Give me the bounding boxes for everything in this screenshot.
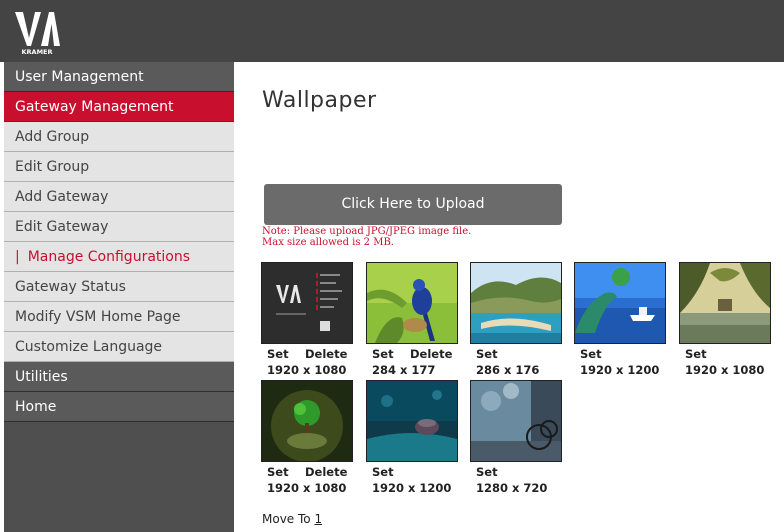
sidebar-item-label: Utilities <box>15 369 68 385</box>
upload-note-format: Note: Please upload JPG/JPEG image file. <box>262 226 472 237</box>
sidebar-item-customize-language[interactable]: Customize Language <box>4 332 234 362</box>
via-kramer-logo[interactable]: KRAMER <box>14 8 60 56</box>
wallpaper-resolution: 284 x 177 <box>372 363 436 377</box>
main-content: Wallpaper Click Here to Upload Note: Ple… <box>234 62 784 532</box>
wallpaper-resolution: 1920 x 1080 <box>267 363 347 377</box>
delete-wallpaper-button[interactable]: Delete <box>305 347 347 361</box>
wallpaper-tile: Set Delete 1920 x 1080 <box>261 380 353 495</box>
sidebar-item-gateway-status[interactable]: Gateway Status <box>4 272 234 302</box>
green-tree-globe-thumbnail[interactable] <box>261 380 353 462</box>
wallpaper-resolution: 1920 x 1200 <box>580 363 660 377</box>
sidebar-item-add-group[interactable]: Add Group <box>4 122 234 152</box>
sidebar-item-add-gateway[interactable]: Add Gateway <box>4 182 234 212</box>
sidebar-item-label: Gateway Management <box>15 99 174 115</box>
sidebar: User Management Gateway Management Add G… <box>4 62 234 532</box>
sidebar-item-label: Edit Group <box>15 159 90 175</box>
set-wallpaper-button[interactable]: Set <box>372 465 394 479</box>
sidebar-item-label: Modify VSM Home Page <box>15 309 181 325</box>
upload-note-size: Max size allowed is 2 MB. <box>262 237 394 248</box>
sidebar-item-modify-vsm-home-page[interactable]: Modify VSM Home Page <box>4 302 234 332</box>
delete-wallpaper-button[interactable]: Delete <box>410 347 452 361</box>
set-wallpaper-button[interactable]: Set <box>476 465 498 479</box>
sidebar-item-label: Home <box>15 399 57 415</box>
wallpaper-tile: Set Delete 284 x 177 <box>366 262 458 377</box>
sidebar-item-label: Gateway Status <box>15 279 126 295</box>
delete-wallpaper-button[interactable]: Delete <box>305 465 347 479</box>
top-bar: KRAMER <box>0 0 784 62</box>
current-item-marker: | <box>15 249 20 265</box>
sidebar-item-label: Add Group <box>15 129 90 145</box>
wallpaper-tile: Set 1920 x 1200 <box>366 380 458 495</box>
move-to-label: Move To <box>262 512 311 526</box>
page-link-1[interactable]: 1 <box>314 512 322 526</box>
set-wallpaper-button[interactable]: Set <box>267 347 289 361</box>
set-wallpaper-button[interactable]: Set <box>372 347 394 361</box>
upload-button[interactable]: Click Here to Upload <box>264 184 562 225</box>
wallpaper-resolution: 1920 x 1200 <box>372 481 452 495</box>
wallpaper-tile: Set Delete 1920 x 1080 <box>261 262 353 377</box>
sidebar-item-user-management[interactable]: User Management <box>4 62 234 92</box>
set-wallpaper-button[interactable]: Set <box>267 465 289 479</box>
wallpaper-tile: Set 1920 x 1200 <box>574 262 666 377</box>
wallpaper-tile: Set 1280 x 720 <box>470 380 562 495</box>
upload-note: Note: Please upload JPG/JPEG image file.… <box>262 226 471 248</box>
beach-cove-thumbnail[interactable] <box>470 262 562 344</box>
sidebar-item-label: Add Gateway <box>15 189 109 205</box>
set-wallpaper-button[interactable]: Set <box>685 347 707 361</box>
wallpaper-resolution: 286 x 176 <box>476 363 540 377</box>
sidebar-item-label: Edit Gateway <box>15 219 109 235</box>
sidebar-item-edit-group[interactable]: Edit Group <box>4 152 234 182</box>
wallpaper-tile: Set 1920 x 1080 <box>679 262 771 377</box>
sidebar-item-manage-configurations[interactable]: | Manage Configurations <box>4 242 234 272</box>
set-wallpaper-button[interactable]: Set <box>580 347 602 361</box>
wallpaper-tile: Set 286 x 176 <box>470 262 562 377</box>
sidebar-item-gateway-management[interactable]: Gateway Management <box>4 92 234 122</box>
pagination: Move To 1 <box>262 512 322 526</box>
wallpaper-resolution: 1920 x 1080 <box>685 363 765 377</box>
sidebar-item-label: Customize Language <box>15 339 163 355</box>
bicycle-street-thumbnail[interactable] <box>470 380 562 462</box>
wallpaper-resolution: 1280 x 720 <box>476 481 548 495</box>
page-title: Wallpaper <box>262 88 377 113</box>
ocean-boat-thumbnail[interactable] <box>574 262 666 344</box>
sidebar-item-label: User Management <box>15 69 144 85</box>
logo-subtitle: KRAMER <box>22 48 53 56</box>
sidebar-item-home[interactable]: Home <box>4 392 234 422</box>
sidebar-item-utilities[interactable]: Utilities <box>4 362 234 392</box>
set-wallpaper-button[interactable]: Set <box>476 347 498 361</box>
via-screen-thumbnail[interactable] <box>261 262 353 344</box>
sidebar-item-edit-gateway[interactable]: Edit Gateway <box>4 212 234 242</box>
sidebar-item-label: Manage Configurations <box>27 249 191 265</box>
teal-macro-thumbnail[interactable] <box>366 380 458 462</box>
temple-lake-thumbnail[interactable] <box>679 262 771 344</box>
blue-bird-thumbnail[interactable] <box>366 262 458 344</box>
wallpaper-resolution: 1920 x 1080 <box>267 481 347 495</box>
